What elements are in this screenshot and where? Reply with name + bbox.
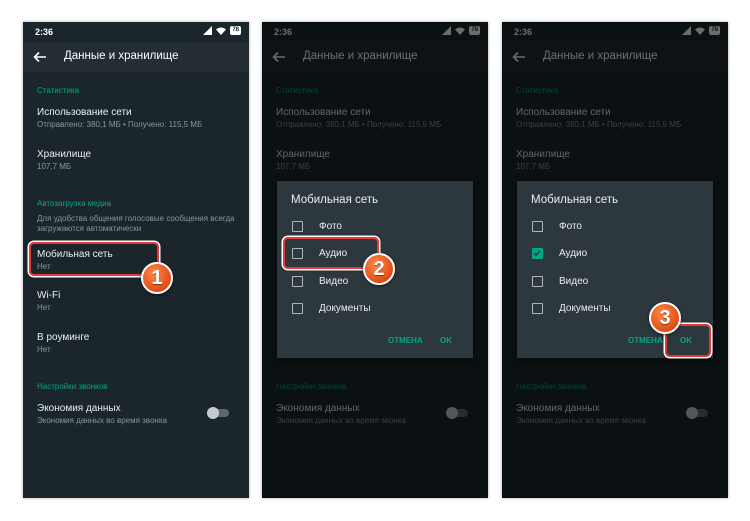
back-arrow-icon[interactable] (33, 50, 47, 64)
item-subtitle: Для удобства общения голосовые сообщения… (37, 214, 235, 233)
checkmark-icon (533, 250, 541, 257)
dialog-title: Мобильная сеть (291, 194, 379, 206)
documents-checkbox[interactable] (532, 303, 543, 314)
data-economy-toggle[interactable] (207, 407, 229, 419)
option-documents[interactable]: Документы (291, 299, 461, 319)
signal-icon (203, 26, 213, 35)
step-marker-1: 1 (141, 262, 173, 294)
ok-button[interactable]: OK (440, 336, 452, 345)
section-call-settings: Настройки звонков (37, 382, 108, 391)
app-bar: Данные и хранилище (23, 42, 249, 72)
option-label: Документы (559, 303, 611, 314)
status-time: 2:36 (35, 27, 54, 37)
option-label: Фото (559, 221, 582, 232)
cancel-button[interactable]: ОТМЕНА (628, 336, 663, 345)
option-label: Аудио (559, 248, 588, 259)
video-checkbox[interactable] (532, 276, 543, 287)
step-marker-2: 2 (363, 253, 395, 285)
item-subtitle: 107,7 МБ (37, 162, 72, 171)
option-label: Видео (559, 276, 589, 287)
section-statistics: Статистика (37, 86, 80, 95)
item-subtitle: Нет (37, 303, 51, 312)
item-title: Хранилище (37, 149, 91, 160)
option-video[interactable]: Видео (531, 272, 701, 292)
battery-icon: 78 (230, 26, 241, 35)
option-label: Фото (319, 221, 342, 232)
item-subtitle: Отправлено: 380,1 МБ • Получено: 115,5 М… (37, 120, 203, 129)
roaming-item[interactable]: В роуминге Нет (37, 332, 241, 355)
item-title: Использование сети (37, 107, 132, 118)
mobile-network-highlight (29, 242, 159, 276)
option-label: Документы (319, 303, 371, 314)
documents-checkbox[interactable] (292, 303, 303, 314)
wifi-item[interactable]: Wi-Fi Нет (37, 290, 241, 313)
cancel-button[interactable]: ОТМЕНА (388, 336, 423, 345)
section-media-autodownload: Автозагрузка медиа (37, 199, 112, 208)
toggle-knob (207, 407, 219, 419)
item-title: Wi-Fi (37, 290, 61, 301)
wifi-icon (216, 27, 227, 35)
page-title: Данные и хранилище (64, 50, 179, 62)
option-label: Видео (319, 276, 349, 287)
audio-checkbox-checked[interactable] (532, 248, 543, 259)
status-bar: 2:36 78 (23, 22, 249, 42)
photo-checkbox[interactable] (532, 221, 543, 232)
storage-item[interactable]: Хранилище 107,7 МБ (37, 149, 241, 172)
phone-screen-3: 2:36 78 Данные и хранилище Статистика Ис… (502, 22, 728, 498)
network-usage-item[interactable]: Использование сети Отправлено: 380,1 МБ … (37, 107, 241, 130)
option-photo[interactable]: Фото (531, 217, 701, 237)
dialog-title: Мобильная сеть (531, 194, 619, 206)
item-title: В роуминге (37, 332, 90, 343)
media-description: Для удобства общения голосовые сообщения… (37, 212, 241, 234)
photo-checkbox[interactable] (292, 221, 303, 232)
step-marker-3: 3 (649, 302, 681, 334)
item-subtitle: Нет (37, 345, 51, 354)
video-checkbox[interactable] (292, 276, 303, 287)
option-audio[interactable]: Аудио (531, 244, 701, 264)
status-icons: 78 (203, 26, 241, 35)
option-photo[interactable]: Фото (291, 217, 461, 237)
